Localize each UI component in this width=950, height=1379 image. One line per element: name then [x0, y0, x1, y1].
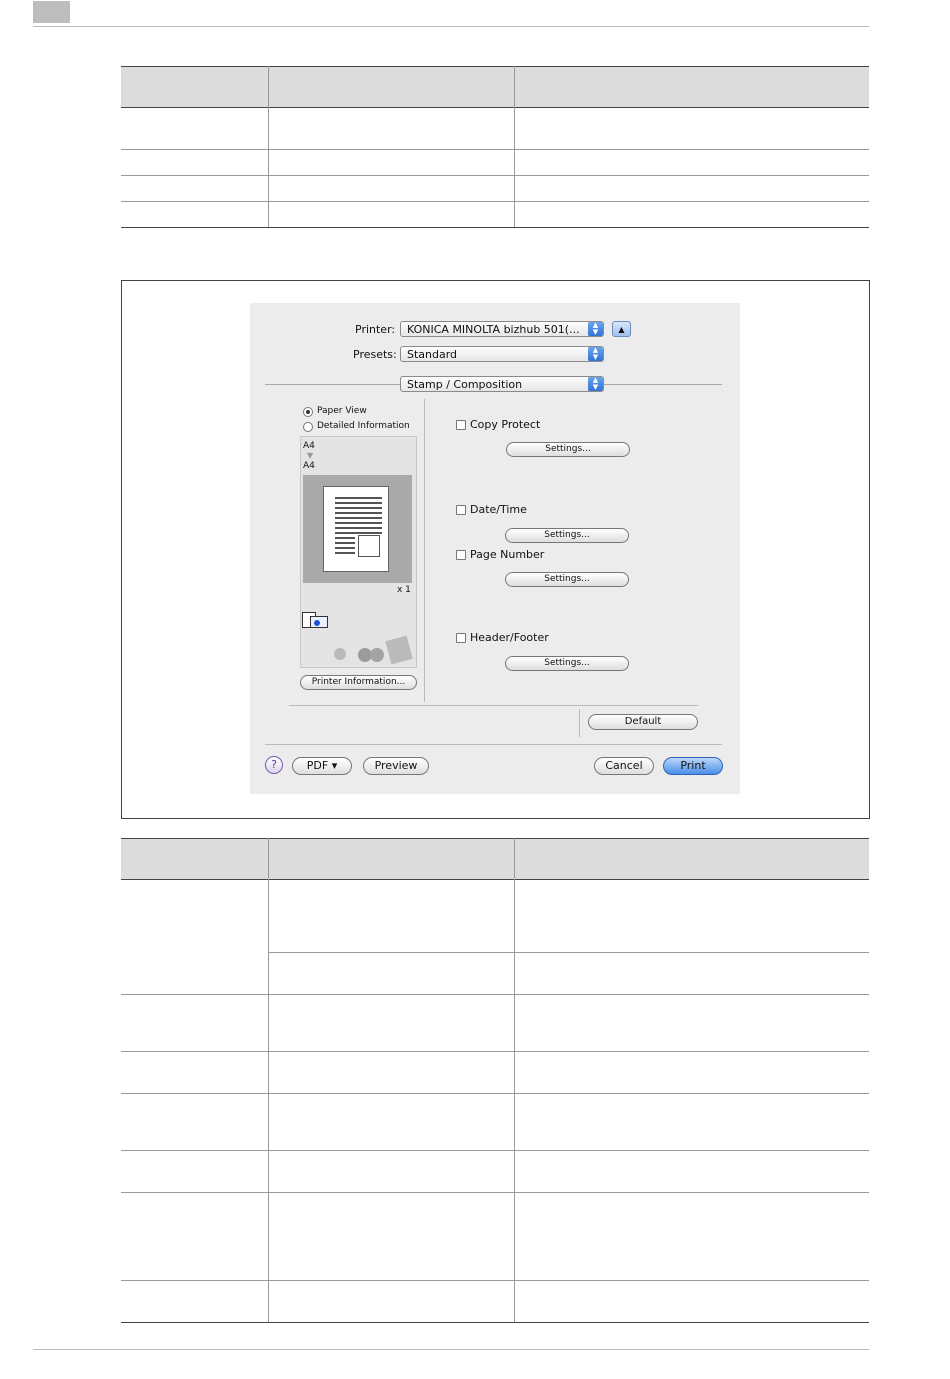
collapse-details-button[interactable]: ▲: [612, 321, 631, 337]
table-row: [121, 1280, 869, 1281]
page-number-settings-button[interactable]: Settings...: [505, 572, 629, 587]
printer-value: KONICA MINOLTA bizhub 501(...: [407, 323, 580, 336]
copy-protect-checkbox[interactable]: [456, 420, 466, 430]
printer-information-button[interactable]: Printer Information...: [300, 675, 417, 690]
printer-select[interactable]: KONICA MINOLTA bizhub 501(... ▲ ▼: [400, 321, 604, 337]
paper-size-to: A4: [303, 461, 315, 471]
print-label: Print: [680, 759, 706, 772]
printer-label: Printer:: [355, 323, 396, 336]
table-row: [121, 1093, 869, 1094]
print-button[interactable]: Print: [663, 757, 723, 775]
question-mark-icon: ?: [271, 758, 277, 771]
default-button[interactable]: Default: [588, 714, 698, 730]
stepper-arrows-icon: ▲ ▼: [588, 322, 603, 336]
detailed-info-label: Detailed Information: [317, 421, 410, 431]
panel-select[interactable]: Stamp / Composition ▲ ▼: [400, 376, 604, 392]
separator: [579, 709, 580, 737]
preview-button[interactable]: Preview: [363, 757, 429, 775]
detailed-info-radio[interactable]: [303, 422, 313, 432]
stepper-arrows-icon: ▲ ▼: [588, 377, 603, 391]
pdf-label: PDF ▾: [306, 759, 338, 772]
stamp-box-icon: [358, 535, 380, 557]
column-divider: [424, 399, 425, 702]
separator: [289, 705, 698, 706]
settings-label: Settings...: [544, 574, 590, 584]
separator: [265, 744, 722, 745]
page-corner-marker: [33, 1, 70, 23]
paper-view-radio[interactable]: [303, 407, 313, 417]
help-button[interactable]: ?: [265, 756, 283, 774]
table-row: [121, 201, 869, 202]
presets-label: Presets:: [353, 348, 397, 361]
page-thumbnail: [323, 486, 389, 572]
table-row: [268, 952, 869, 953]
printer-tray-icon: [302, 610, 328, 630]
table-row: [121, 1192, 869, 1193]
date-time-settings-button[interactable]: Settings...: [505, 528, 629, 543]
preview-label: Preview: [374, 759, 418, 772]
date-time-checkbox[interactable]: [456, 505, 466, 515]
top-table-header: [121, 66, 869, 107]
table-row: [121, 175, 869, 176]
header-footer-settings-button[interactable]: Settings...: [505, 656, 629, 671]
separator: [604, 384, 722, 385]
table-row: [121, 149, 869, 150]
paper-view-label: Paper View: [317, 406, 367, 416]
copy-protect-label: Copy Protect: [470, 418, 541, 431]
settings-label: Settings...: [544, 530, 590, 540]
footer-rule: [33, 1349, 869, 1350]
copies-count: x 1: [397, 585, 411, 595]
pdf-menu-button[interactable]: PDF ▾: [292, 757, 352, 775]
header-rule: [33, 26, 869, 27]
page-number-label: Page Number: [470, 548, 545, 561]
copy-protect-settings-button[interactable]: Settings...: [506, 442, 630, 457]
print-dialog: Printer: KONICA MINOLTA bizhub 501(... ▲…: [250, 303, 740, 794]
settings-label: Settings...: [545, 444, 591, 454]
settings-label: Settings...: [544, 658, 590, 668]
table-row: [121, 994, 869, 995]
presets-value: Standard: [407, 348, 458, 361]
page-number-checkbox[interactable]: [456, 550, 466, 560]
page-preview: [303, 475, 412, 583]
date-time-label: Date/Time: [470, 503, 527, 516]
header-footer-label: Header/Footer: [470, 631, 549, 644]
down-arrow-icon: ▼: [307, 451, 314, 460]
cancel-button[interactable]: Cancel: [594, 757, 654, 775]
bottom-table-header: [121, 838, 869, 879]
paper-size-from: A4: [303, 441, 315, 451]
printer-information-label: Printer Information...: [311, 677, 406, 687]
table-row: [121, 1150, 869, 1151]
panel-value: Stamp / Composition: [407, 378, 523, 391]
presets-select[interactable]: Standard ▲ ▼: [400, 346, 604, 362]
user-authentication-icon: [334, 635, 414, 666]
separator: [265, 384, 400, 385]
table-row: [121, 1051, 869, 1052]
triangle-up-icon: ▲: [618, 325, 625, 334]
header-footer-checkbox[interactable]: [456, 633, 466, 643]
stepper-arrows-icon: ▲ ▼: [588, 347, 603, 361]
cancel-label: Cancel: [605, 759, 643, 772]
default-label: Default: [624, 716, 662, 727]
